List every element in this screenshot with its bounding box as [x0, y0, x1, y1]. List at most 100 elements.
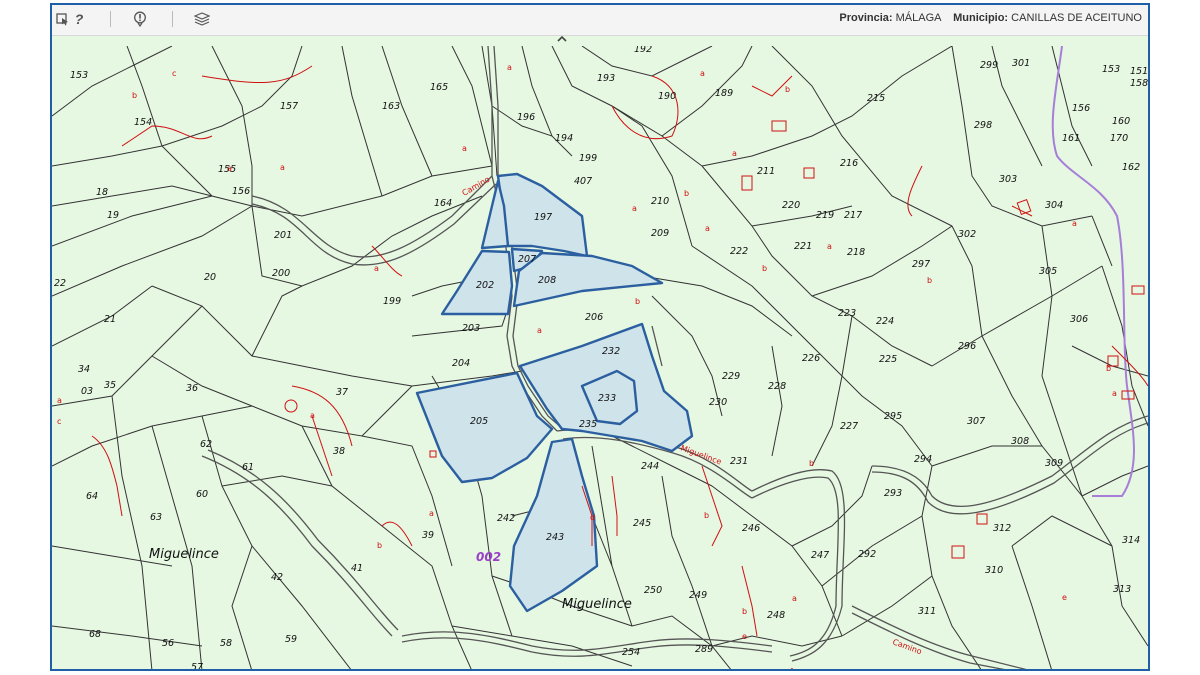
parcel-label: 21 [104, 314, 116, 325]
parcel-label: 60 [196, 489, 208, 500]
parcel-label: 164 [434, 198, 452, 209]
parcel-label: 244 [641, 461, 659, 472]
cadastral-map[interactable]: 153 154 157 163 165 192 193 190 189 215 … [52, 46, 1148, 671]
parcel-label: 36 [186, 383, 198, 394]
parcel-label: 293 [884, 488, 902, 499]
parcel-label: 39 [422, 530, 434, 541]
subparcel-letter: f [790, 667, 793, 671]
parcel-label: 163 [382, 101, 400, 112]
parcel-label: 226 [802, 353, 820, 364]
parcel-label: 209 [651, 228, 669, 239]
parcel-label: 302 [958, 229, 976, 240]
parcel-label: 247 [811, 550, 829, 561]
parcel-label: 190 [658, 91, 676, 102]
help-icon[interactable]: ? [70, 10, 88, 28]
municipio-value: CANILLAS DE ACEITUNO [1011, 12, 1142, 24]
provincia-label: Provincia: [839, 12, 893, 24]
parcel-label: 208 [538, 275, 556, 286]
parcel-label: 211 [757, 166, 775, 177]
subparcel-letter: b [927, 276, 932, 285]
subparcel-letter: c [57, 417, 61, 426]
subparcel-letter: a [537, 326, 542, 335]
map-viewer-frame: ? Provincia: MÁLAGA Municipio: CANILLAS … [50, 3, 1150, 671]
parcel-label: 151 [1130, 66, 1148, 77]
subparcel-letter: b [809, 459, 814, 468]
parcel-label: 248 [767, 610, 785, 621]
place-name: Miguelince [562, 597, 632, 612]
parcel-label: 64 [86, 491, 98, 502]
parcel-label: 197 [534, 212, 552, 223]
parcel-label: 313 [1113, 584, 1131, 595]
parcel-label: 296 [958, 341, 976, 352]
parcel-label: 192 [634, 46, 652, 55]
parcel-label: 222 [730, 246, 748, 257]
parcel-label: 156 [232, 186, 250, 197]
parcel-label: 196 [517, 112, 535, 123]
parcel-label: 294 [914, 454, 932, 465]
parcel-label: 312 [993, 523, 1011, 534]
parcel-label: 307 [967, 416, 985, 427]
parcel-label: 153 [1102, 64, 1120, 75]
parcel-label: 217 [844, 210, 862, 221]
parcel-label: 68 [89, 629, 101, 640]
subparcel-letter: a [280, 163, 285, 172]
chevron-up-icon[interactable] [552, 33, 572, 45]
parcel-label: 310 [985, 565, 1003, 576]
parcel-label: 22 [54, 278, 66, 289]
parcel-label: 305 [1039, 266, 1057, 277]
parcel-label: 170 [1110, 133, 1128, 144]
parcel-label: 35 [104, 380, 116, 391]
parcel-label: 204 [452, 358, 470, 369]
municipio-label: Municipio: [953, 12, 1009, 24]
subparcel-letter: a [1072, 219, 1077, 228]
subparcel-letter: a [700, 69, 705, 78]
parcel-label: 224 [876, 316, 894, 327]
subparcel-letter: b [742, 607, 747, 616]
parcel-label: 34 [78, 364, 90, 375]
polygon-code: 002 [476, 550, 501, 564]
subparcel-letter: a [429, 509, 434, 518]
parcel-label: 20 [204, 272, 216, 283]
subparcel-letter: c [172, 69, 176, 78]
subparcel-letter: d [590, 513, 595, 522]
location-info: Provincia: MÁLAGA Municipio: CANILLAS DE… [839, 12, 1142, 24]
subparcel-letter: b [704, 511, 709, 520]
info-icon[interactable] [131, 10, 149, 28]
parcel-label: 18 [96, 187, 108, 198]
layers-icon[interactable] [193, 10, 211, 28]
parcel-label: 250 [644, 585, 662, 596]
parcel-label: 304 [1045, 200, 1063, 211]
parcel-label: 243 [546, 532, 564, 543]
parcel-label: 202 [476, 280, 494, 291]
parcel-label: 242 [497, 513, 515, 524]
subparcel-letter: a [374, 264, 379, 273]
parcel-label: 199 [383, 296, 401, 307]
parcel-label: 295 [884, 411, 902, 422]
parcel-label: 154 [134, 117, 152, 128]
toolbar-divider [110, 11, 111, 27]
parcel-label: 38 [333, 446, 345, 457]
parcel-label: 160 [1112, 116, 1130, 127]
subparcel-letter: a [507, 63, 512, 72]
parcel-label: 249 [689, 590, 707, 601]
parcel-label: 189 [715, 88, 733, 99]
parcel-label: 230 [709, 397, 727, 408]
parcel-label: 207 [518, 254, 536, 265]
parcel-label: 228 [768, 381, 786, 392]
parcel-label: 201 [274, 230, 292, 241]
subparcel-letter: b [684, 189, 689, 198]
parcel-label: 255 [669, 668, 687, 671]
parcel-label: 299 [980, 60, 998, 71]
parcel-label: 19 [107, 210, 119, 221]
parcel-label: 254 [622, 647, 640, 658]
parcel-label: 42 [271, 572, 283, 583]
subparcel-letter: a [310, 411, 315, 420]
subparcel-letter: e [742, 632, 747, 641]
parcel-label: 206 [585, 312, 603, 323]
parcel-label: 245 [633, 518, 651, 529]
parcel-label: 37 [336, 387, 348, 398]
parcel-label: 199 [579, 153, 597, 164]
parcel-label: 225 [879, 354, 897, 365]
subparcel-letter: a [705, 224, 710, 233]
toolbar-divider [172, 11, 173, 27]
